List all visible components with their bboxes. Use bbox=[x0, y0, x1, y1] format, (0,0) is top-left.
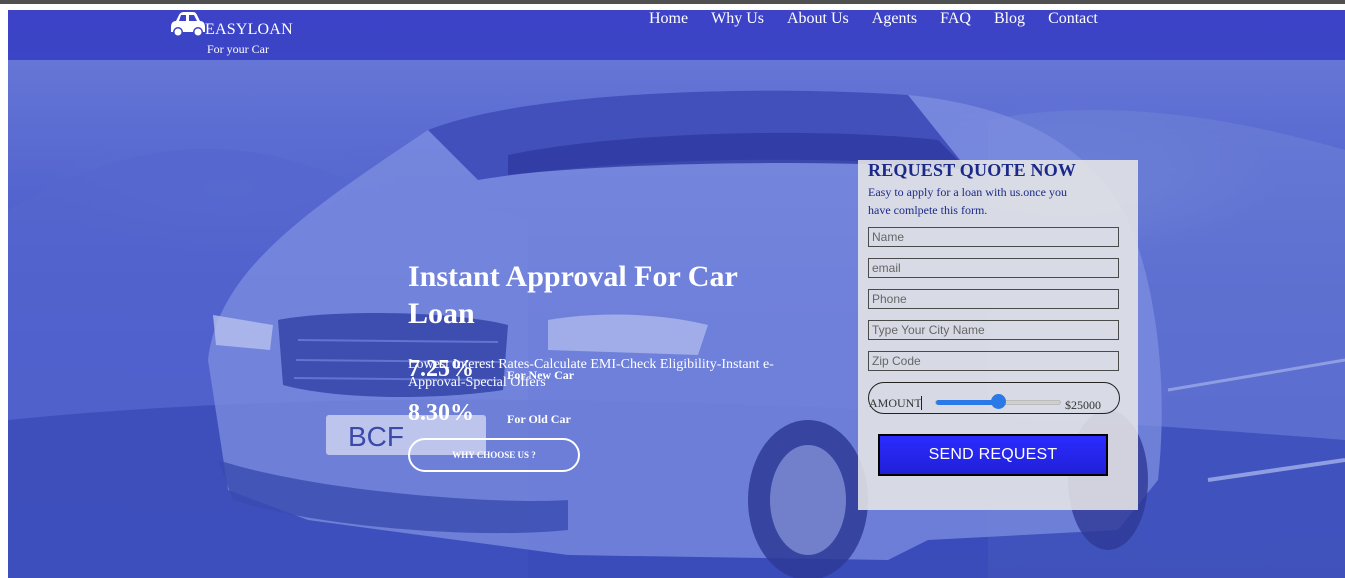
amount-slider-thumb[interactable] bbox=[990, 394, 1006, 409]
page-frame: BCF Instant Approval For Car Loan Lowest… bbox=[8, 10, 1345, 578]
nav-faq[interactable]: FAQ bbox=[940, 10, 971, 30]
name-input[interactable] bbox=[868, 227, 1119, 247]
text-caret bbox=[921, 396, 922, 410]
nav-about-us[interactable]: About Us bbox=[787, 10, 849, 30]
amount-slider-fill bbox=[936, 400, 999, 405]
nav-home[interactable]: Home bbox=[649, 10, 688, 30]
zip-code-input[interactable] bbox=[868, 351, 1119, 371]
quote-form-description: Easy to apply for a loan with us.once yo… bbox=[868, 185, 1067, 217]
main-nav: Home Why Us About Us Agents FAQ Blog Con… bbox=[649, 10, 1098, 30]
nav-agents[interactable]: Agents bbox=[872, 10, 917, 30]
nav-why-us[interactable]: Why Us bbox=[711, 10, 764, 30]
amount-label: AMOUNT bbox=[869, 396, 922, 410]
why-choose-us-button[interactable]: WHY CHOOSE US ? bbox=[408, 438, 580, 472]
top-strip bbox=[0, 0, 1345, 4]
city-input[interactable] bbox=[868, 320, 1119, 340]
amount-value: $25000 bbox=[1065, 398, 1101, 412]
old-car-rate: 8.30% bbox=[408, 400, 474, 426]
svg-text:BCF: BCF bbox=[348, 421, 404, 452]
new-car-rate-label: For New Car bbox=[507, 368, 575, 382]
nav-blog[interactable]: Blog bbox=[994, 10, 1025, 30]
amount-slider-group: AMOUNT $25000 bbox=[868, 382, 1120, 414]
quote-form-panel: REQUEST QUOTE NOW Easy to apply for a lo… bbox=[858, 160, 1138, 510]
brand-name[interactable]: EASYLOAN bbox=[205, 21, 293, 39]
email-input[interactable] bbox=[868, 258, 1119, 278]
car-icon[interactable] bbox=[167, 11, 207, 39]
brand-tagline: For your Car bbox=[207, 42, 269, 56]
new-car-rate: 7.25% bbox=[408, 356, 474, 382]
hero-section: BCF Instant Approval For Car Loan Lowest… bbox=[8, 60, 1345, 578]
send-request-button[interactable]: SEND REQUEST bbox=[878, 434, 1108, 476]
nav-contact[interactable]: Contact bbox=[1048, 10, 1098, 30]
hero-title: Instant Approval For Car Loan bbox=[408, 260, 738, 330]
phone-input[interactable] bbox=[868, 289, 1119, 309]
quote-form-title: REQUEST QUOTE NOW bbox=[868, 160, 1077, 180]
site-header: EASYLOAN For your Car Home Why Us About … bbox=[8, 10, 1345, 60]
old-car-rate-label: For Old Car bbox=[507, 412, 571, 426]
